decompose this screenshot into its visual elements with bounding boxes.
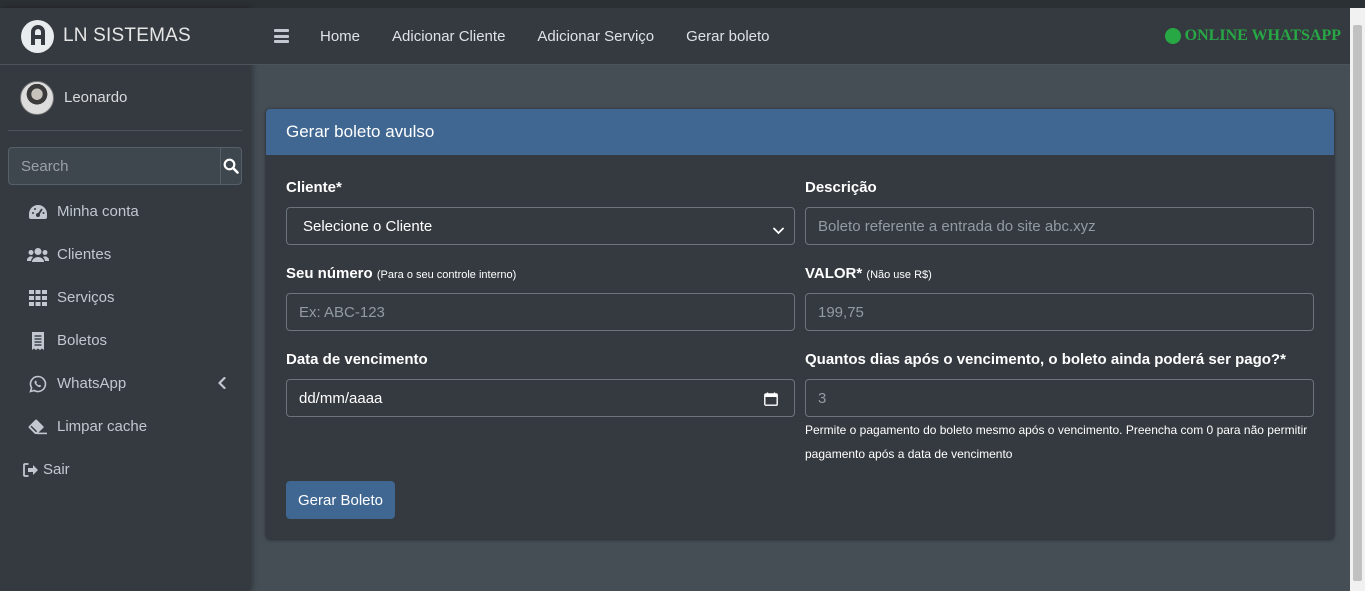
cliente-select[interactable]: Selecione o Cliente bbox=[286, 207, 795, 245]
sidebar-item-label: Sair bbox=[43, 461, 70, 478]
menu-toggle-icon[interactable] bbox=[274, 29, 289, 43]
gerar-boleto-button[interactable]: Gerar Boleto bbox=[286, 481, 395, 519]
sidebar-item-label: WhatsApp bbox=[57, 375, 127, 392]
grid-icon bbox=[26, 289, 50, 306]
whatsapp-icon bbox=[26, 375, 50, 393]
brand-title: LN SISTEMAS bbox=[63, 25, 191, 46]
sidebar: LN SISTEMAS Leonardo Minha conta Cliente… bbox=[0, 8, 250, 591]
chevron-left-icon bbox=[218, 376, 226, 393]
valor-label: VALOR* (Não use R$) bbox=[805, 265, 932, 282]
avatar bbox=[20, 80, 54, 115]
top-navbar: Home Adicionar Cliente Adicionar Serviço… bbox=[250, 8, 1350, 65]
sidebar-item-label: Serviços bbox=[57, 289, 115, 306]
brand[interactable]: LN SISTEMAS bbox=[0, 8, 250, 65]
sidebar-item-servicos[interactable]: Serviços bbox=[0, 276, 250, 319]
vencimento-date-value: dd/mm/aaaa bbox=[299, 389, 383, 407]
sidebar-item-label: Minha conta bbox=[57, 203, 139, 220]
chevron-down-icon bbox=[773, 222, 784, 239]
dias-input[interactable] bbox=[805, 379, 1314, 417]
dias-label: Quantos dias após o vencimento, o boleto… bbox=[805, 351, 1286, 368]
descricao-input[interactable] bbox=[805, 207, 1314, 245]
nav-link-gerar-boleto[interactable]: Gerar boleto bbox=[686, 28, 769, 45]
sidebar-item-whatsapp[interactable]: WhatsApp bbox=[0, 362, 250, 405]
search-button[interactable] bbox=[220, 147, 242, 185]
sidebar-item-boletos[interactable]: Boletos bbox=[0, 319, 250, 362]
search-icon bbox=[223, 158, 239, 174]
sidebar-item-minha-conta[interactable]: Minha conta bbox=[0, 190, 250, 233]
sidebar-item-sair[interactable]: Sair bbox=[0, 448, 250, 491]
nav-link-adicionar-cliente[interactable]: Adicionar Cliente bbox=[392, 28, 505, 45]
sidebar-item-label: Limpar cache bbox=[57, 418, 148, 435]
numero-label: Seu número (Para o seu controle interno) bbox=[286, 265, 517, 282]
dashboard-gauge-icon bbox=[26, 204, 50, 220]
vencimento-label: Data de vencimento bbox=[286, 351, 428, 368]
whatsapp-status: ONLINE WHATSAPP bbox=[1164, 27, 1341, 45]
vencimento-date-input[interactable]: dd/mm/aaaa bbox=[286, 379, 795, 417]
valor-hint: (Não use R$) bbox=[866, 269, 932, 281]
sidebar-item-label: Clientes bbox=[57, 246, 112, 263]
calendar-icon[interactable] bbox=[764, 392, 778, 410]
nav-link-home[interactable]: Home bbox=[320, 28, 360, 45]
dias-help-text: Permite o pagamento do boleto mesmo após… bbox=[805, 423, 1308, 461]
whatsapp-status-text: ONLINE WHATSAPP bbox=[1184, 27, 1341, 44]
scrollbar-thumb[interactable] bbox=[1353, 25, 1362, 581]
window-top-strip bbox=[0, 0, 1365, 8]
numero-input[interactable] bbox=[286, 293, 795, 331]
user-name: Leonardo bbox=[64, 89, 128, 106]
numero-hint: (Para o seu controle interno) bbox=[376, 269, 517, 281]
sign-out-icon bbox=[22, 462, 40, 477]
eraser-icon bbox=[26, 419, 50, 435]
sidebar-item-label: Boletos bbox=[57, 332, 108, 349]
user-panel[interactable]: Leonardo bbox=[8, 65, 242, 131]
page-scrollbar[interactable] bbox=[1350, 8, 1365, 591]
nav-link-adicionar-servico[interactable]: Adicionar Serviço bbox=[537, 28, 654, 45]
users-icon bbox=[26, 247, 50, 263]
sidebar-search bbox=[8, 147, 242, 185]
descricao-label: Descrição bbox=[805, 179, 877, 196]
ln-logo-icon bbox=[21, 19, 54, 53]
cliente-label: Cliente* bbox=[286, 179, 342, 196]
sidebar-nav: Minha conta Clientes Serviços Boletos Wh… bbox=[0, 190, 250, 491]
search-input[interactable] bbox=[8, 147, 220, 185]
sidebar-item-limpar-cache[interactable]: Limpar cache bbox=[0, 405, 250, 448]
card-header: Gerar boleto avulso bbox=[266, 109, 1334, 155]
valor-input[interactable] bbox=[805, 293, 1314, 331]
card-title: Gerar boleto avulso bbox=[286, 122, 435, 141]
cliente-select-value: Selecione o Cliente bbox=[303, 217, 433, 235]
sidebar-item-clientes[interactable]: Clientes bbox=[0, 233, 250, 276]
receipt-icon bbox=[26, 331, 50, 350]
status-dot-icon bbox=[1164, 28, 1181, 44]
gerar-boleto-card: Gerar boleto avulso Cliente* Selecione o… bbox=[266, 109, 1334, 539]
